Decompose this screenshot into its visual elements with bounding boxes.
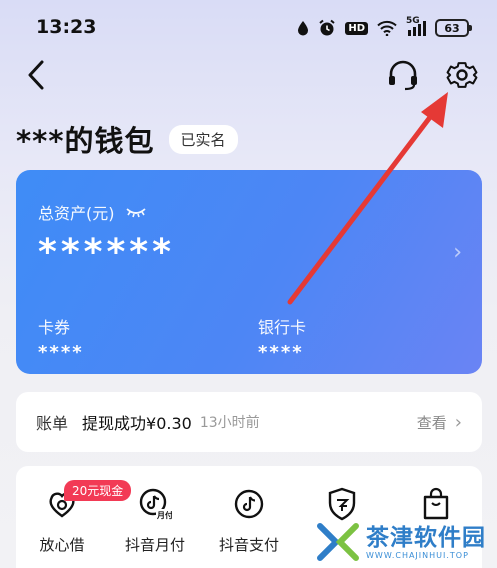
hd-badge: HD — [345, 21, 368, 35]
status-bar: 13:23 HD 5G 63 — [0, 0, 497, 56]
battery-indicator: 63 — [435, 19, 472, 37]
chevron-right-icon: › — [454, 411, 462, 433]
service-label: 抖音支付 — [218, 536, 279, 554]
bill-description: 提现成功¥0.30 — [82, 414, 192, 433]
watermark: 茶津软件园 WWW.CHAJINHUI.TOP — [316, 516, 496, 568]
douyin-pay-icon — [231, 486, 267, 522]
chevron-left-icon — [28, 60, 44, 90]
bill-label: 账单 — [36, 414, 69, 433]
total-assets-amount: ****** — [38, 232, 175, 273]
asset-card[interactable]: 总资产(元) ****** › 卡券 **** 银行卡 **** — [16, 170, 482, 374]
chevron-right-icon[interactable]: › — [453, 240, 462, 265]
settings-button[interactable] — [443, 56, 481, 94]
status-time: 13:23 — [36, 16, 97, 38]
bill-view-link[interactable]: 查看 — [417, 412, 447, 433]
signal-icon: 5G — [406, 16, 426, 36]
bank-card-value: **** — [258, 342, 304, 363]
watermark-en: WWW.CHAJINHUI.TOP — [366, 550, 469, 560]
network-type: 5G — [406, 16, 420, 26]
service-douyin-pay[interactable]: 抖音支付 — [209, 486, 289, 555]
coupons-label: 卡券 — [38, 318, 71, 337]
headset-icon — [389, 60, 417, 91]
bank-card-label: 银行卡 — [258, 318, 307, 337]
status-icons: HD 5G 63 — [297, 16, 472, 39]
title-row: ***的钱包 已实名 — [16, 118, 238, 160]
hide-eye-icon[interactable] — [125, 203, 147, 222]
customer-service-button[interactable] — [385, 58, 421, 92]
watermark-text: 茶津软件园 WWW.CHAJINHUI.TOP — [366, 525, 486, 560]
bank-card-entry[interactable]: 银行卡 **** — [258, 314, 306, 363]
water-drop-icon — [297, 20, 309, 36]
monthly-pay-icon: 月付 — [137, 486, 173, 522]
service-label: 放心借 — [39, 536, 85, 554]
back-button[interactable] — [22, 58, 52, 92]
svg-text:月付: 月付 — [156, 510, 172, 520]
bill-row[interactable]: 账单 提现成功¥0.30 13小时前 查看 › — [16, 392, 482, 452]
page-title: ***的钱包 — [16, 124, 155, 158]
promo-badge: 20元现金 — [64, 480, 132, 501]
bill-time: 13小时前 — [199, 415, 260, 431]
service-label: 抖音月付 — [124, 536, 185, 554]
watermark-cn: 茶津软件园 — [366, 524, 486, 551]
total-assets-label-row: 总资产(元) — [38, 200, 147, 224]
wifi-icon — [377, 20, 397, 36]
watermark-logo — [317, 523, 359, 561]
coupons-entry[interactable]: 卡券 **** — [38, 314, 84, 363]
gear-icon — [446, 62, 478, 88]
verified-badge[interactable]: 已实名 — [168, 124, 238, 154]
total-assets-label: 总资产(元) — [38, 204, 115, 223]
alarm-icon — [318, 19, 336, 37]
coupons-value: **** — [38, 342, 84, 363]
